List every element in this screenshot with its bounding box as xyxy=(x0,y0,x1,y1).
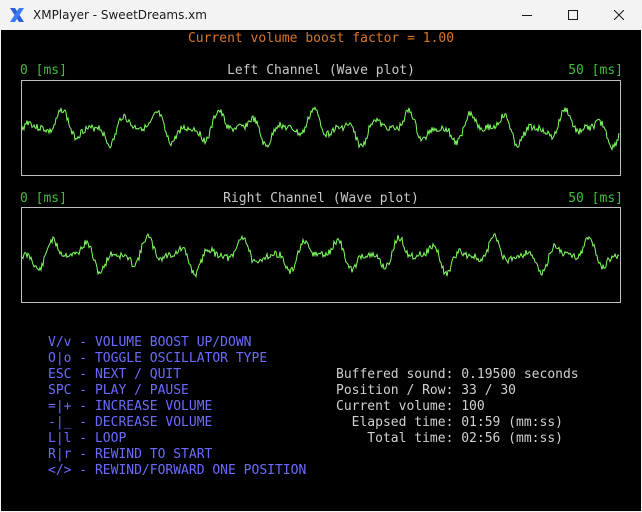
playback-stats: Buffered sound: 0.19500 seconds Position… xyxy=(336,367,579,447)
elapsed-time-stat: Elapsed time: 01:59 (mm:ss) xyxy=(336,415,563,430)
left-wave-line xyxy=(22,106,620,152)
minimize-button[interactable] xyxy=(504,0,550,30)
right-wave-plot xyxy=(21,207,621,303)
minimize-icon xyxy=(522,15,532,16)
buffered-sound-stat: Buffered sound: 0.19500 seconds xyxy=(336,367,579,382)
key-help-line: =|+ - INCREASE VOLUME xyxy=(48,399,213,414)
key-help-line: O|o - TOGGLE OSCILLATOR TYPE xyxy=(48,351,268,366)
right-end-label: 50 [ms] xyxy=(568,191,623,206)
left-wave-plot xyxy=(21,80,621,176)
x-app-icon xyxy=(10,8,24,22)
right-wave-line xyxy=(22,233,620,279)
position-row-stat: Position / Row: 33 / 30 xyxy=(336,383,517,398)
key-help-line: SPC - PLAY / PAUSE xyxy=(48,383,189,398)
player-canvas[interactable]: Current volume boost factor = 1.00 0 [ms… xyxy=(1,30,641,511)
boost-factor-text: Current volume boost factor = 1.00 xyxy=(187,31,455,46)
key-help-list: V/v - VOLUME BOOST UP/DOWN O|o - TOGGLE … xyxy=(48,335,306,479)
left-end-label: 50 [ms] xyxy=(568,63,623,78)
key-help-line: V/v - VOLUME BOOST UP/DOWN xyxy=(48,335,252,350)
left-channel-title: Left Channel (Wave plot) xyxy=(227,63,415,78)
close-button[interactable] xyxy=(596,0,642,30)
key-help-line: -|_ - DECREASE VOLUME xyxy=(48,415,213,430)
title-bar[interactable]: XMPlayer - SweetDreams.xm xyxy=(0,0,642,30)
current-volume-stat: Current volume: 100 xyxy=(336,399,485,414)
maximize-icon xyxy=(568,10,578,20)
right-channel-title: Right Channel (Wave plot) xyxy=(223,191,419,206)
total-time-stat: Total time: 02:56 (mm:ss) xyxy=(336,431,563,446)
maximize-button[interactable] xyxy=(550,0,596,30)
window-title: XMPlayer - SweetDreams.xm xyxy=(33,8,207,22)
key-help-line: ESC - NEXT / QUIT xyxy=(48,367,182,382)
close-icon xyxy=(614,10,624,20)
key-help-line: </> - REWIND/FORWARD ONE POSITION xyxy=(48,463,307,478)
key-help-line: R|r - REWIND TO START xyxy=(48,447,213,462)
key-help-line: L|l - LOOP xyxy=(48,431,127,446)
